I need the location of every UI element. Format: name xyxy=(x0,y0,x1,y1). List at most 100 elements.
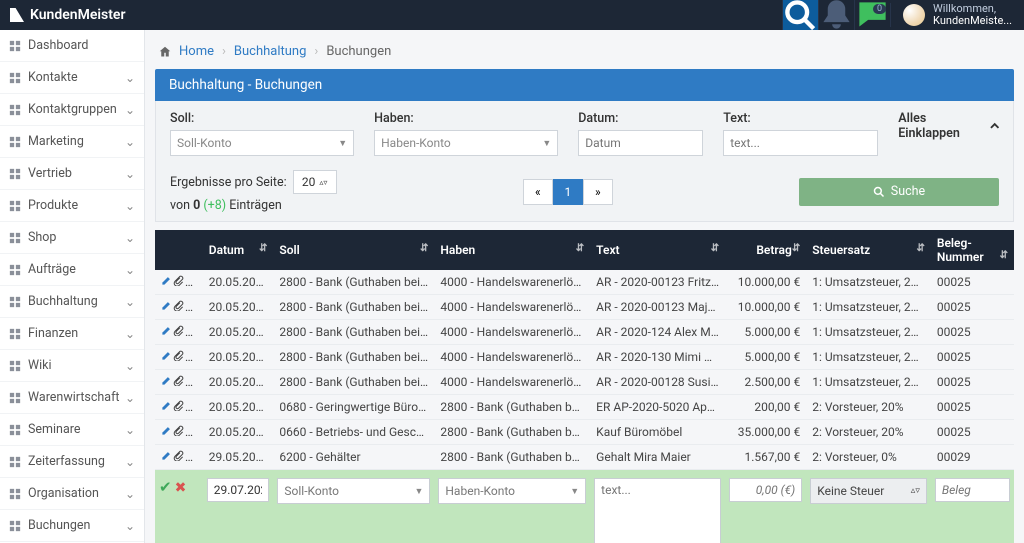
edit-row-icon[interactable] xyxy=(161,300,173,314)
attach-row-icon[interactable] xyxy=(173,350,185,364)
entry-amount-input[interactable] xyxy=(729,478,802,502)
pager-page-1[interactable]: 1 xyxy=(553,179,583,205)
filter-datum-input[interactable] xyxy=(578,130,703,156)
breadcrumb-home[interactable]: Home xyxy=(179,44,214,59)
avatar xyxy=(903,4,925,26)
sidebar-item-wiki[interactable]: Wiki⌄ xyxy=(0,350,144,382)
table-row: 20.05.20200660 - Betriebs- und Geschäf..… xyxy=(155,420,1014,445)
entry-date-input[interactable] xyxy=(207,478,270,502)
sidebar-item-warenwirtschaft[interactable]: Warenwirtschaft⌄ xyxy=(0,382,144,414)
sidebar-item-label: Kontakte xyxy=(28,70,78,85)
home-icon xyxy=(159,46,171,58)
attach-row-icon[interactable] xyxy=(173,375,185,389)
pager-prev[interactable]: « xyxy=(523,179,553,205)
cell-text: AR - 2020-124 Alex Maier xyxy=(590,320,725,345)
sidebar-item-finanzen[interactable]: Finanzen⌄ xyxy=(0,318,144,350)
user-menu[interactable]: Willkommen, KundenMeiste... xyxy=(890,3,1024,27)
collapse-all-toggle[interactable]: Alles Einklappen xyxy=(898,111,999,141)
cell-datum: 20.05.2020 xyxy=(203,370,274,395)
sidebar-item-vertrieb[interactable]: Vertrieb⌄ xyxy=(0,158,144,190)
breadcrumb-sep-icon: › xyxy=(222,44,226,59)
edit-row-icon[interactable] xyxy=(161,325,173,339)
attach-row-icon[interactable] xyxy=(173,325,185,339)
sidebar-item-label: Produkte xyxy=(28,198,78,213)
cell-beleg: 00025 xyxy=(931,320,1014,345)
th-datum[interactable]: Datum⇵ xyxy=(203,230,274,270)
th-tax[interactable]: Steuersatz⇵ xyxy=(806,230,931,270)
cell-tax: 2: Vorsteuer, 20% xyxy=(806,395,931,420)
th-text[interactable]: Text⇵ xyxy=(590,230,725,270)
cell-datum: 20.05.2020 xyxy=(203,395,274,420)
brand[interactable]: KundenMeister xyxy=(0,7,125,23)
table-row: 20.05.20202800 - Bank (Guthaben bei Kr..… xyxy=(155,370,1014,395)
entry-text-input[interactable] xyxy=(594,478,721,543)
sidebar-item-marketing[interactable]: Marketing⌄ xyxy=(0,126,144,158)
edit-row-icon[interactable] xyxy=(161,375,173,389)
attach-row-icon[interactable] xyxy=(173,400,185,414)
edit-row-icon[interactable] xyxy=(161,400,173,414)
table-row: 20.05.20200680 - Geringwertige Büroma...… xyxy=(155,395,1014,420)
sidebar-item-dashboard[interactable]: Dashboard xyxy=(0,30,144,62)
sidebar-item-kontakte[interactable]: Kontakte⌄ xyxy=(0,62,144,94)
cell-soll: 6200 - Gehälter xyxy=(273,445,434,470)
sidebar-item-buchungen[interactable]: Buchungen⌄ xyxy=(0,510,144,542)
entry-beleg-input[interactable] xyxy=(935,478,1010,502)
cell-beleg: 00025 xyxy=(931,420,1014,445)
sidebar: DashboardKontakte⌄Kontaktgruppen⌄Marketi… xyxy=(0,30,145,543)
edit-row-icon[interactable] xyxy=(161,450,173,464)
filter-text-input[interactable] xyxy=(723,130,878,156)
entry-tax-select[interactable]: Keine Steuer▵▿ xyxy=(810,478,927,504)
cell-text: ER AP-2020-5020 Apple In... xyxy=(590,395,725,420)
th-soll[interactable]: Soll⇵ xyxy=(273,230,434,270)
th-betrag[interactable]: Betrag⇵ xyxy=(725,230,806,270)
sidebar-item-label: Warenwirtschaft xyxy=(28,390,120,405)
chevron-down-icon: ⌄ xyxy=(125,423,135,437)
sidebar-item-aufträge[interactable]: Aufträge⌄ xyxy=(0,254,144,286)
filter-soll-select[interactable]: Soll-Konto▼ xyxy=(170,130,354,156)
cell-tax: 1: Umsatzsteuer, 20% xyxy=(806,370,931,395)
filter-haben-select[interactable]: Haben-Konto▼ xyxy=(374,130,558,156)
top-chat-button[interactable]: 0 xyxy=(854,0,890,30)
th-beleg[interactable]: Beleg-Nummer⇵ xyxy=(931,230,1014,270)
search-button[interactable]: Suche xyxy=(799,178,999,206)
pager-next[interactable]: » xyxy=(583,179,613,205)
cancel-entry-icon[interactable]: ✖ xyxy=(175,480,187,496)
brand-logo-icon xyxy=(10,8,24,22)
edit-row-icon[interactable] xyxy=(161,275,173,289)
sidebar-item-produkte[interactable]: Produkte⌄ xyxy=(0,190,144,222)
sidebar-item-seminare[interactable]: Seminare⌄ xyxy=(0,414,144,446)
confirm-entry-icon[interactable]: ✔ xyxy=(159,478,172,496)
chevron-down-icon: ⌄ xyxy=(125,167,135,181)
page-size-select[interactable]: 20▵▿ xyxy=(293,170,337,194)
sidebar-item-label: Finanzen xyxy=(28,326,78,341)
sidebar-item-organisation[interactable]: Organisation⌄ xyxy=(0,478,144,510)
chevron-down-icon: ⌄ xyxy=(125,263,135,277)
chevron-down-icon: ⌄ xyxy=(125,103,135,117)
entry-soll-select[interactable]: Soll-Konto▼ xyxy=(277,478,430,504)
attach-row-icon[interactable] xyxy=(173,425,185,439)
cell-datum: 29.05.2020 xyxy=(203,445,274,470)
cell-tax: 1: Umsatzsteuer, 20% xyxy=(806,270,931,295)
cell-tax: 1: Umsatzsteuer, 20% xyxy=(806,295,931,320)
bookings-table: Datum⇵ Soll⇵ Haben⇵ Text⇵ Betrag⇵ Steuer… xyxy=(155,230,1014,543)
cell-betrag: 2.500,00 € xyxy=(725,370,806,395)
cell-text: AR - 2020-130 Mimi Mütze xyxy=(590,345,725,370)
main: Home › Buchhaltung › Buchungen Buchhaltu… xyxy=(145,30,1024,543)
attach-row-icon[interactable] xyxy=(173,300,185,314)
sidebar-item-shop[interactable]: Shop⌄ xyxy=(0,222,144,254)
th-haben[interactable]: Haben⇵ xyxy=(434,230,590,270)
sidebar-item-zeiterfassung[interactable]: Zeiterfassung⌄ xyxy=(0,446,144,478)
attach-row-icon[interactable] xyxy=(173,450,185,464)
top-search-button[interactable] xyxy=(782,0,818,30)
sidebar-item-kontaktgruppen[interactable]: Kontaktgruppen⌄ xyxy=(0,94,144,126)
edit-row-icon[interactable] xyxy=(161,350,173,364)
sidebar-item-buchhaltung[interactable]: Buchhaltung⌄ xyxy=(0,286,144,318)
cell-betrag: 1.567,00 € xyxy=(725,445,806,470)
edit-row-icon[interactable] xyxy=(161,425,173,439)
breadcrumb: Home › Buchhaltung › Buchungen xyxy=(159,44,1014,59)
entry-haben-select[interactable]: Haben-Konto▼ xyxy=(438,478,586,504)
breadcrumb-mid[interactable]: Buchhaltung xyxy=(234,44,307,59)
table-row: 20.05.20202800 - Bank (Guthaben bei Kr..… xyxy=(155,270,1014,295)
top-notifications-button[interactable] xyxy=(818,0,854,30)
attach-row-icon[interactable] xyxy=(173,275,185,289)
